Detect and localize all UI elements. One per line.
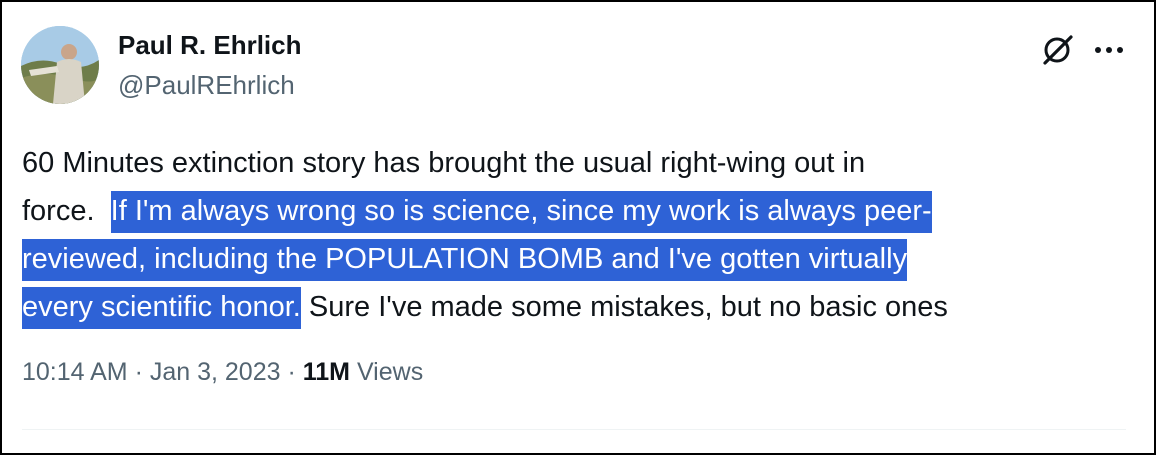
tweet-text-line: reviewed, including the POPULATION BOMB … bbox=[22, 235, 1132, 283]
author-handle[interactable]: @PaulREhrlich bbox=[118, 70, 295, 101]
views-count[interactable]: 11M bbox=[303, 358, 350, 386]
tweet-text-plain: Sure I've made some mistakes, but no bas… bbox=[300, 291, 948, 323]
author-name[interactable]: Paul R. Ehrlich bbox=[118, 30, 302, 61]
tweet-date[interactable]: Jan 3, 2023 bbox=[150, 358, 281, 386]
more-dots-icon bbox=[1095, 47, 1123, 53]
views-label[interactable]: Views bbox=[350, 358, 423, 386]
grok-button[interactable] bbox=[1038, 30, 1078, 70]
tweet-text-line: force. If I'm always wrong so is science… bbox=[22, 187, 1132, 235]
tweet-text-line: 60 Minutes extinction story has brought … bbox=[22, 147, 866, 179]
divider bbox=[22, 429, 1126, 430]
tweet-card: Paul R. Ehrlich @PaulREhrlich 60 Minutes… bbox=[0, 0, 1156, 455]
meta-separator: · bbox=[127, 358, 150, 386]
tweet-text-highlight: reviewed, including the POPULATION BOMB … bbox=[22, 239, 908, 281]
tweet-time[interactable]: 10:14 AM bbox=[22, 358, 128, 386]
grok-icon bbox=[1043, 35, 1073, 65]
tweet-text: 60 Minutes extinction story has brought … bbox=[22, 139, 1132, 331]
tweet-meta: 10:14 AM · Jan 3, 2023 · 11M Views bbox=[22, 358, 423, 387]
tweet-text-plain: force. bbox=[22, 195, 111, 227]
avatar[interactable] bbox=[21, 26, 99, 104]
avatar-photo bbox=[21, 26, 99, 104]
tweet-text-highlight: every scientific honor. bbox=[22, 287, 301, 329]
tweet-text-line: every scientific honor. Sure I've made s… bbox=[22, 283, 1132, 331]
meta-separator: · bbox=[280, 358, 303, 386]
more-options-button[interactable] bbox=[1090, 32, 1128, 68]
tweet-text-highlight: If I'm always wrong so is science, since… bbox=[110, 191, 932, 233]
